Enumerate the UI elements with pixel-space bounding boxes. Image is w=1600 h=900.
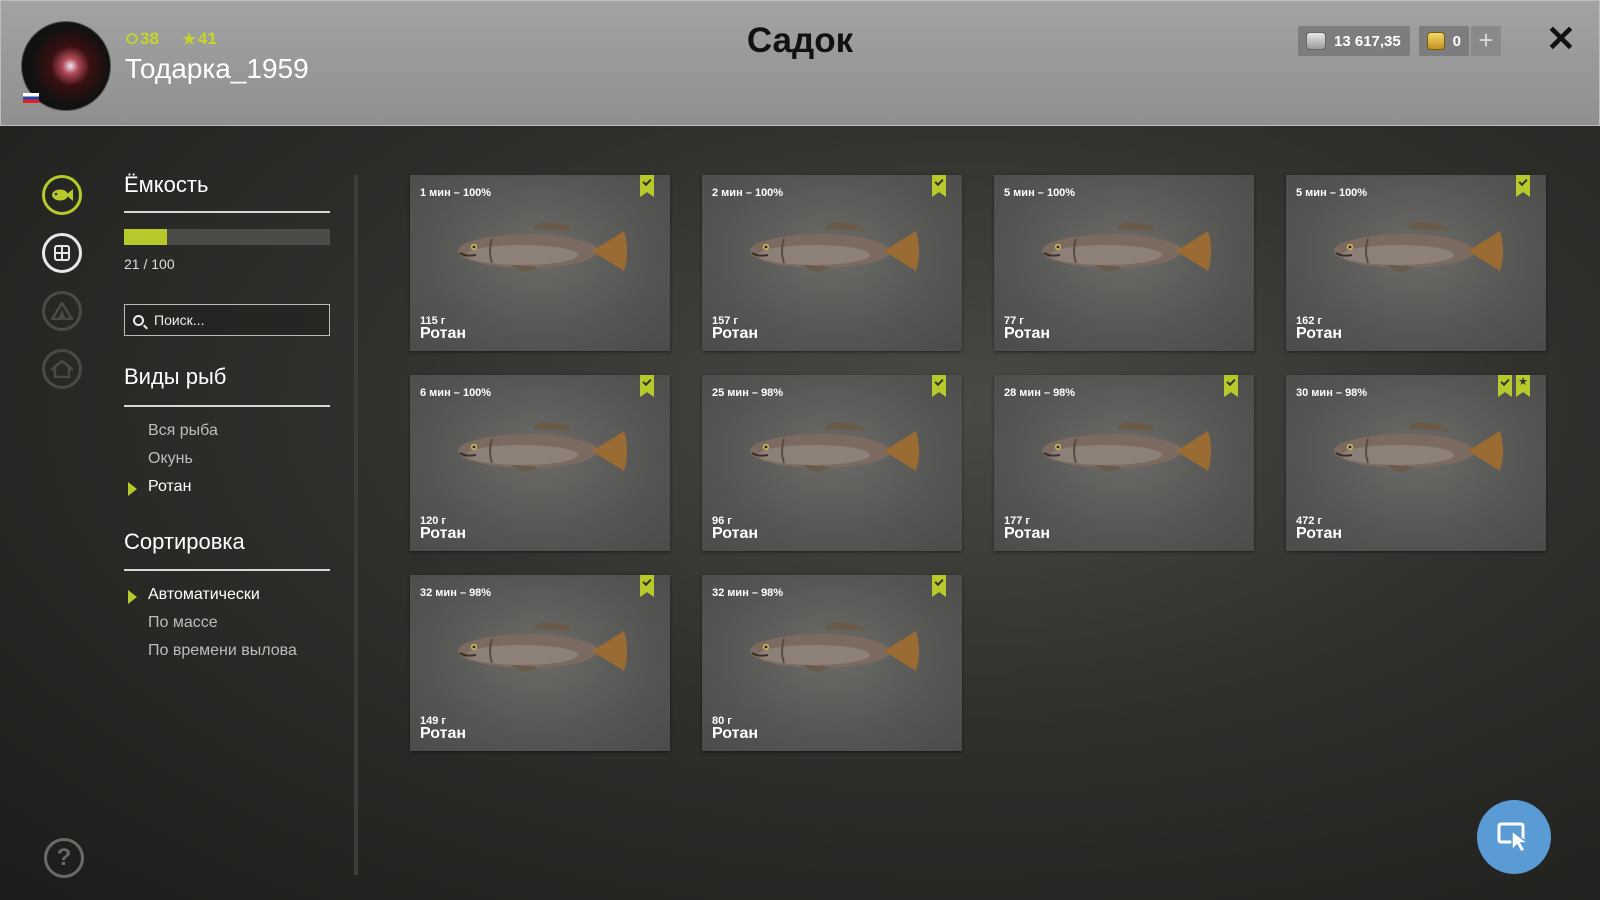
species-option-perch[interactable]: Окунь xyxy=(148,450,193,468)
check-bookmark-icon[interactable] xyxy=(1224,375,1238,397)
fish-card[interactable]: 30 мин – 98% 472 г Ротан ★ xyxy=(1286,375,1546,551)
fish-name: Ротан xyxy=(420,525,467,542)
fish-image xyxy=(1036,217,1212,283)
fish-image xyxy=(1328,417,1504,483)
sort-option-auto[interactable]: Автоматически xyxy=(148,586,260,604)
fish-name: Ротан xyxy=(712,725,759,742)
fish-image xyxy=(452,217,628,283)
fish-catch-time: 5 мин – 100% xyxy=(1296,187,1368,199)
check-bookmark-icon[interactable] xyxy=(932,175,946,197)
favorite-bookmark-icon[interactable]: ★ xyxy=(1516,375,1530,397)
cursor-mode-button[interactable] xyxy=(1477,800,1551,874)
gold-value: 0 xyxy=(1452,32,1461,50)
fish-card[interactable]: 5 мин – 100% 162 г Ротан xyxy=(1286,175,1546,351)
fish-name: Ротан xyxy=(1004,325,1051,342)
fish-catch-time: 5 мин – 100% xyxy=(1004,187,1076,199)
selected-arrow-icon xyxy=(128,482,137,496)
check-bookmark-icon[interactable] xyxy=(640,175,654,197)
check-bookmark-icon[interactable] xyxy=(1498,375,1512,397)
fish-name: Ротан xyxy=(420,325,467,342)
fish-card[interactable]: 1 мин – 100% 115 г Ротан xyxy=(410,175,670,351)
selected-arrow-icon xyxy=(128,590,137,604)
fish-icon[interactable] xyxy=(42,175,82,215)
fish-image xyxy=(452,417,628,483)
fish-catch-time: 32 мин – 98% xyxy=(420,587,492,599)
sort-option-weight[interactable]: По массе xyxy=(148,614,218,632)
capacity-bar-fill xyxy=(124,229,168,245)
fish-image xyxy=(744,617,920,683)
panel-divider xyxy=(354,175,358,875)
silver-coin-icon xyxy=(1306,32,1326,50)
add-gold-button[interactable]: + xyxy=(1471,26,1501,56)
fish-name: Ротан xyxy=(1296,525,1343,542)
search-icon xyxy=(133,314,144,326)
close-button[interactable]: ✕ xyxy=(1543,21,1579,57)
fish-card[interactable]: 6 мин – 100% 120 г Ротан xyxy=(410,375,670,551)
fish-catch-time: 32 мин – 98% xyxy=(712,587,784,599)
flag-icon xyxy=(23,93,39,103)
sort-option-time[interactable]: По времени вылова xyxy=(148,642,297,660)
check-bookmark-icon[interactable] xyxy=(932,375,946,397)
sort-heading: Сортировка xyxy=(124,529,245,554)
cursor-icon xyxy=(1497,822,1531,852)
fish-card[interactable]: 32 мин – 98% 80 г Ротан xyxy=(702,575,962,751)
fish-name: Ротан xyxy=(712,325,759,342)
species-heading: Виды рыб xyxy=(124,364,227,389)
fish-image xyxy=(744,217,920,283)
capacity-bar xyxy=(124,229,330,245)
gold-balance: 0 xyxy=(1419,26,1469,56)
fish-catch-time: 28 мин – 98% xyxy=(1004,387,1076,399)
check-bookmark-icon[interactable] xyxy=(640,375,654,397)
fish-card[interactable]: 25 мин – 98% 96 г Ротан xyxy=(702,375,962,551)
fish-image xyxy=(1328,217,1504,283)
species-option-all[interactable]: Вся рыба xyxy=(148,422,218,440)
fish-name: Ротан xyxy=(1004,525,1051,542)
species-option-rotan[interactable]: Ротан xyxy=(148,478,191,496)
gold-coin-icon xyxy=(1427,32,1445,50)
fish-name: Ротан xyxy=(420,725,467,742)
fish-image xyxy=(452,617,628,683)
fish-card[interactable]: 2 мин – 100% 157 г Ротан xyxy=(702,175,962,351)
fish-name: Ротан xyxy=(1296,325,1343,342)
capacity-text: 21 / 100 xyxy=(124,256,175,272)
search-field[interactable] xyxy=(124,304,330,336)
tent-icon[interactable] xyxy=(42,291,82,331)
search-input[interactable] xyxy=(152,311,326,329)
divider xyxy=(124,569,330,571)
check-bookmark-icon[interactable] xyxy=(932,575,946,597)
fish-card[interactable]: 5 мин – 100% 77 г Ротан xyxy=(994,175,1254,351)
fish-name: Ротан xyxy=(712,525,759,542)
fish-image xyxy=(1036,417,1212,483)
divider xyxy=(124,211,330,213)
help-icon[interactable]: ? xyxy=(44,838,84,878)
keepnet-icon[interactable] xyxy=(42,233,82,273)
check-bookmark-icon[interactable] xyxy=(1516,175,1530,197)
fish-catch-time: 30 мин – 98% xyxy=(1296,387,1368,399)
check-bookmark-icon[interactable] xyxy=(640,575,654,597)
home-icon[interactable] xyxy=(42,349,82,389)
fish-image xyxy=(744,417,920,483)
capacity-heading: Ёмкость xyxy=(124,172,209,197)
divider xyxy=(124,405,330,407)
fish-card[interactable]: 28 мин – 98% 177 г Ротан xyxy=(994,375,1254,551)
fish-catch-time: 1 мин – 100% xyxy=(420,187,492,199)
fish-catch-time: 25 мин – 98% xyxy=(712,387,784,399)
top-bar: ⭘ 38 ★ 41 Тодарка_1959 Садок 13 617,35 0 +… xyxy=(0,0,1600,126)
silver-balance: 13 617,35 xyxy=(1298,26,1410,56)
fish-catch-time: 2 мин – 100% xyxy=(712,187,784,199)
fish-catch-time: 6 мин – 100% xyxy=(420,387,492,399)
fish-card[interactable]: 32 мин – 98% 149 г Ротан xyxy=(410,575,670,751)
silver-value: 13 617,35 xyxy=(1334,32,1401,50)
